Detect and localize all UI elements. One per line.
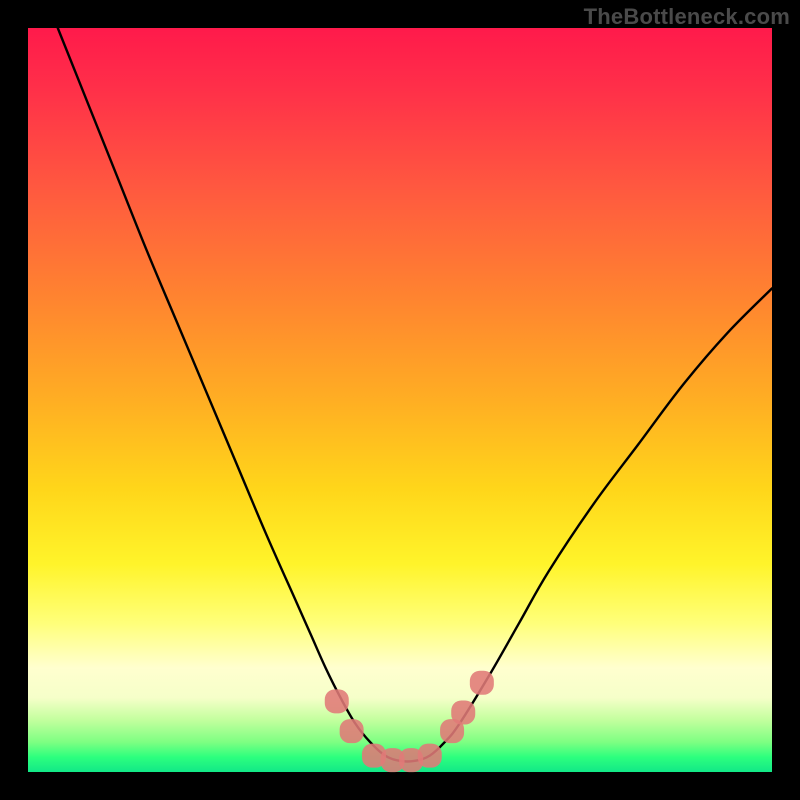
chart-frame: TheBottleneck.com: [0, 0, 800, 800]
curve-marker: [418, 744, 442, 768]
curve-marker: [451, 700, 475, 724]
curve-marker: [470, 671, 494, 695]
watermark-text: TheBottleneck.com: [584, 4, 790, 30]
marker-group: [325, 671, 494, 772]
curve-marker: [340, 719, 364, 743]
bottleneck-curve: [58, 28, 772, 762]
chart-svg: [28, 28, 772, 772]
curve-marker: [325, 689, 349, 713]
plot-area: [28, 28, 772, 772]
